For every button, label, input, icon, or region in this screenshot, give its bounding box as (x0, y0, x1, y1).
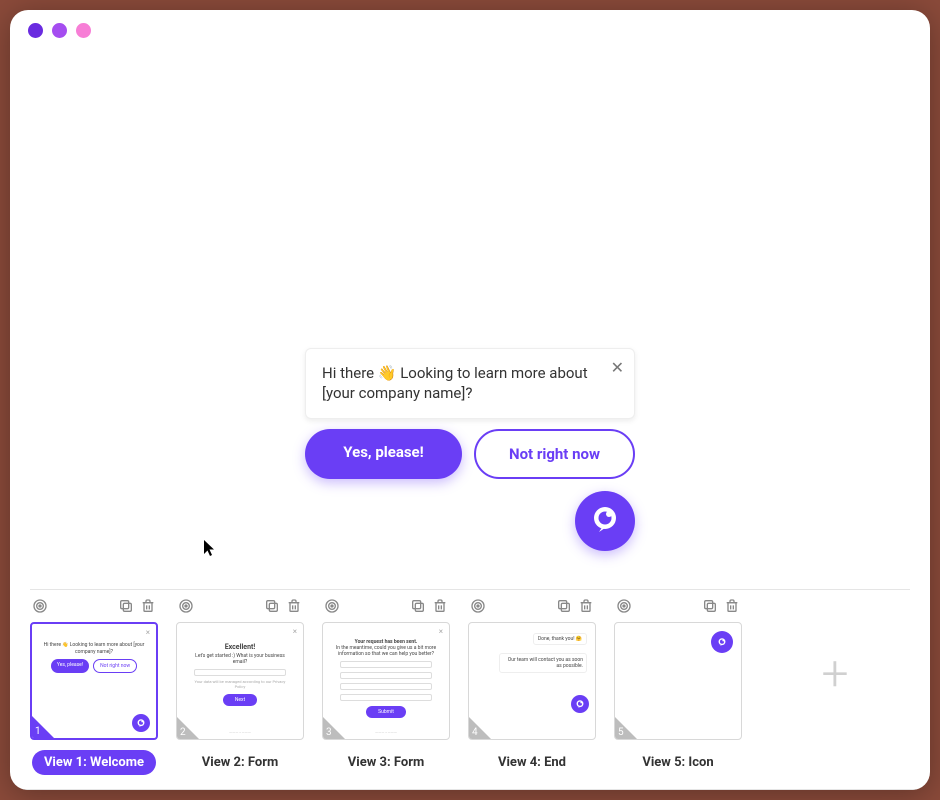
trash-icon[interactable] (578, 598, 594, 618)
app-window: ✕ Hi there 👋 Looking to learn more about… (10, 10, 930, 790)
chat-launcher-button[interactable] (575, 491, 635, 551)
yes-please-button[interactable]: Yes, please! (305, 429, 462, 479)
chat-button-row: Yes, please! Not right now (305, 429, 635, 479)
preview-canvas: ✕ Hi there 👋 Looking to learn more about… (30, 50, 910, 590)
window-titlebar (10, 10, 930, 50)
duplicate-icon[interactable] (702, 598, 718, 618)
view-thumbnail-1[interactable]: ×Hi there 👋 Looking to learn more about … (30, 622, 158, 740)
target-icon[interactable] (32, 598, 48, 618)
chat-message: Hi there 👋 Looking to learn more about [… (322, 364, 588, 402)
view-column-5: 5 View 5: Icon (614, 598, 742, 775)
not-right-now-button[interactable]: Not right now (474, 429, 635, 479)
view-thumbnail-2[interactable]: ×Excellent!Let's get started :) What is … (176, 622, 304, 740)
add-view-button[interactable]: + (821, 645, 848, 702)
view-column-3: ×Your request has been sent.In the meant… (322, 598, 450, 775)
view-thumbnail-3[interactable]: ×Your request has been sent.In the meant… (322, 622, 450, 740)
view-tools (176, 598, 304, 622)
target-icon[interactable] (470, 598, 486, 618)
trash-icon[interactable] (724, 598, 740, 618)
view-column-2: ×Excellent!Let's get started :) What is … (176, 598, 304, 775)
chat-bubble-icon (589, 503, 621, 539)
cursor-icon (203, 539, 217, 561)
view-tools (322, 598, 450, 622)
target-icon[interactable] (178, 598, 194, 618)
duplicate-icon[interactable] (118, 598, 134, 618)
views-strip: ×Hi there 👋 Looking to learn more about … (10, 590, 930, 790)
view-column-4: Done, thank you! 🤗Our team will contact … (468, 598, 596, 775)
view-column-1: ×Hi there 👋 Looking to learn more about … (30, 598, 158, 775)
view-tools (614, 598, 742, 622)
target-icon[interactable] (324, 598, 340, 618)
duplicate-icon[interactable] (556, 598, 572, 618)
trash-icon[interactable] (432, 598, 448, 618)
view-tools (30, 598, 158, 622)
trash-icon[interactable] (140, 598, 156, 618)
view-label-5[interactable]: View 5: Icon (630, 750, 725, 775)
target-icon[interactable] (616, 598, 632, 618)
window-dot-1 (28, 23, 43, 38)
window-dot-2 (52, 23, 67, 38)
view-label-4[interactable]: View 4: End (486, 750, 578, 775)
window-dot-3 (76, 23, 91, 38)
view-thumbnail-5[interactable]: 5 (614, 622, 742, 740)
view-thumbnail-4[interactable]: Done, thank you! 🤗Our team will contact … (468, 622, 596, 740)
chat-bubble: ✕ Hi there 👋 Looking to learn more about… (305, 348, 635, 419)
view-tools (468, 598, 596, 622)
chat-widget: ✕ Hi there 👋 Looking to learn more about… (305, 348, 635, 551)
trash-icon[interactable] (286, 598, 302, 618)
duplicate-icon[interactable] (264, 598, 280, 618)
view-label-3[interactable]: View 3: Form (336, 750, 436, 775)
close-icon[interactable]: ✕ (611, 357, 624, 379)
view-label-2[interactable]: View 2: Form (190, 750, 290, 775)
duplicate-icon[interactable] (410, 598, 426, 618)
view-label-1[interactable]: View 1: Welcome (32, 750, 156, 775)
